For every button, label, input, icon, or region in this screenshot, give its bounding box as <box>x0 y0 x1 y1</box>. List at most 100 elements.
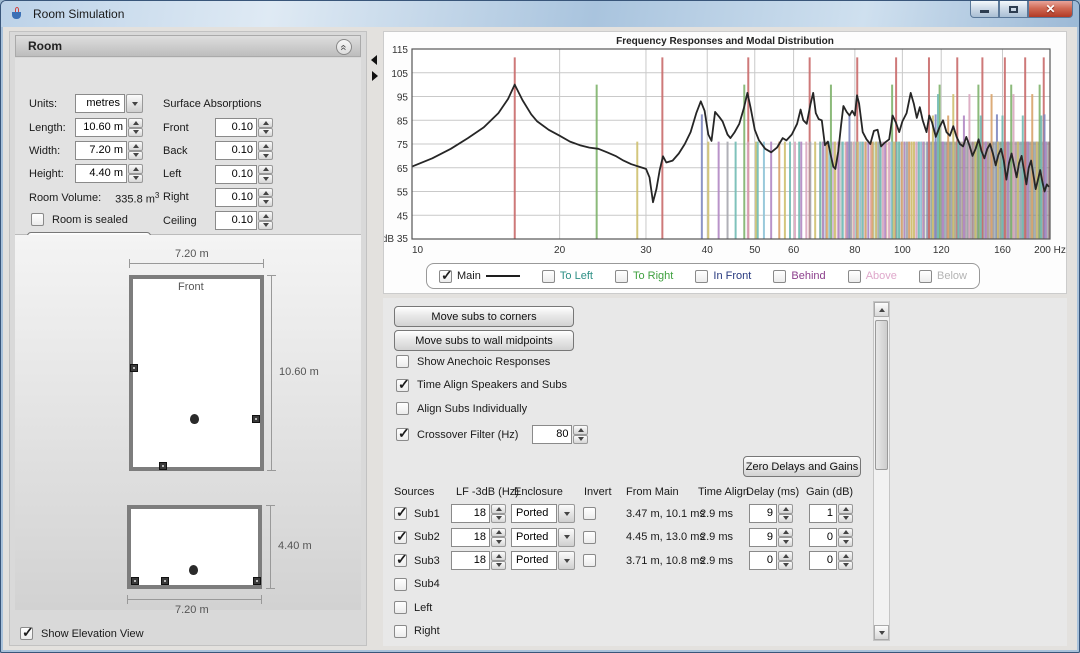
sub3-marker-elev[interactable] <box>253 577 261 585</box>
spinner-up-icon[interactable] <box>838 504 853 514</box>
sub3-marker-plan[interactable] <box>159 462 167 470</box>
chevron-down-icon[interactable] <box>558 528 575 547</box>
spinner-down-icon[interactable] <box>128 151 143 161</box>
sub2-marker-elev[interactable] <box>161 577 169 585</box>
option-checkbox-1[interactable] <box>396 379 409 392</box>
option-checkbox-0[interactable] <box>396 355 409 368</box>
spinner-down-icon[interactable] <box>258 151 273 161</box>
source-enable-sub3[interactable] <box>394 554 407 567</box>
spinner-down-icon[interactable] <box>491 537 506 547</box>
spinner-up-icon[interactable] <box>491 504 506 514</box>
spinner-up-icon[interactable] <box>491 528 506 538</box>
source-enable-sub1[interactable] <box>394 507 407 520</box>
collapse-panel-button[interactable]: » <box>336 39 352 55</box>
legend-checkbox-main[interactable] <box>439 270 452 283</box>
lf-spinner-sub2[interactable]: 18 <box>451 528 506 547</box>
lf-spinner-sub3[interactable]: 18 <box>451 551 506 570</box>
absorption-spinner-right[interactable]: 0.10 <box>215 188 273 207</box>
controls-scrollbar[interactable] <box>873 301 890 641</box>
gain-spinner-sub2[interactable]: 0 <box>809 528 853 547</box>
spinner-down-icon[interactable] <box>258 174 273 184</box>
spinner-up-icon[interactable] <box>838 551 853 561</box>
maximize-button[interactable] <box>999 1 1028 18</box>
dim-spinner-1[interactable]: 7.20 m <box>75 141 143 160</box>
legend-checkbox-behind[interactable] <box>773 270 786 283</box>
room-sealed-checkbox[interactable] <box>31 213 44 226</box>
delay-spinner-sub1[interactable]: 9 <box>749 504 793 523</box>
spinner-up-icon[interactable] <box>778 504 793 514</box>
move-subs-midpoints-button[interactable]: Move subs to wall midpoints <box>394 330 574 351</box>
sub1-marker-elev[interactable] <box>131 577 139 585</box>
absorption-spinner-back[interactable]: 0.10 <box>215 141 273 160</box>
spinner-up-icon[interactable] <box>778 528 793 538</box>
minimize-button[interactable] <box>970 1 999 18</box>
close-button[interactable]: ✕ <box>1028 1 1073 18</box>
enclosure-select-sub2[interactable]: Ported <box>511 528 575 547</box>
legend-checkbox-in-front[interactable] <box>695 270 708 283</box>
listener-marker-plan[interactable] <box>190 414 199 424</box>
spinner-up-icon[interactable] <box>128 164 143 174</box>
spinner-down-icon[interactable] <box>128 174 143 184</box>
units-select[interactable]: metres <box>75 94 143 113</box>
spinner-up-icon[interactable] <box>128 141 143 151</box>
chevron-down-icon[interactable] <box>558 551 575 570</box>
absorption-spinner-ceiling[interactable]: 0.10 <box>215 211 273 230</box>
legend-checkbox-below[interactable] <box>919 270 932 283</box>
option-checkbox-2[interactable] <box>396 402 409 415</box>
elevation-view-room[interactable] <box>127 505 262 589</box>
source-enable-sub4[interactable] <box>394 578 407 591</box>
sub2-marker-plan[interactable] <box>252 415 260 423</box>
enclosure-select-sub3[interactable]: Ported <box>511 551 575 570</box>
scrollbar-thumb[interactable] <box>875 320 888 470</box>
spinner-down-icon[interactable] <box>258 221 273 231</box>
scroll-down-button[interactable] <box>874 625 889 640</box>
spinner-up-icon[interactable] <box>573 425 588 435</box>
spinner-down-icon[interactable] <box>573 435 588 445</box>
scroll-up-button[interactable] <box>874 302 889 317</box>
spinner-up-icon[interactable] <box>258 211 273 221</box>
invert-checkbox-sub3[interactable] <box>583 554 596 567</box>
spinner-up-icon[interactable] <box>778 551 793 561</box>
spinner-up-icon[interactable] <box>258 141 273 151</box>
legend-checkbox-to-right[interactable] <box>615 270 628 283</box>
frequency-response-chart[interactable]: 115105958575655545dB 3510203040506080100… <box>384 32 1068 295</box>
collapse-right-icon[interactable] <box>372 71 378 81</box>
spinner-down-icon[interactable] <box>838 537 853 547</box>
crossover-freq-spinner[interactable]: 80 <box>532 425 588 444</box>
invert-checkbox-sub1[interactable] <box>583 507 596 520</box>
absorption-spinner-front[interactable]: 0.10 <box>215 118 273 137</box>
spinner-up-icon[interactable] <box>258 165 273 175</box>
dim-spinner-0[interactable]: 10.60 m <box>75 118 143 137</box>
chevron-down-icon[interactable] <box>558 504 575 523</box>
spinner-up-icon[interactable] <box>128 118 143 128</box>
spinner-down-icon[interactable] <box>491 514 506 524</box>
sub1-marker-plan[interactable] <box>130 364 138 372</box>
legend-checkbox-above[interactable] <box>848 270 861 283</box>
source-enable-left[interactable] <box>394 601 407 614</box>
dim-spinner-2[interactable]: 4.40 m <box>75 164 143 183</box>
legend-checkbox-to-left[interactable] <box>542 270 555 283</box>
spinner-down-icon[interactable] <box>778 514 793 524</box>
enclosure-select-sub1[interactable]: Ported <box>511 504 575 523</box>
spinner-down-icon[interactable] <box>838 514 853 524</box>
spinner-down-icon[interactable] <box>838 561 853 571</box>
lf-spinner-sub1[interactable]: 18 <box>451 504 506 523</box>
zero-delays-gains-button[interactable]: Zero Delays and Gains <box>743 456 861 477</box>
spinner-down-icon[interactable] <box>258 197 273 207</box>
absorption-spinner-left[interactable]: 0.10 <box>215 165 273 184</box>
delay-spinner-sub3[interactable]: 0 <box>749 551 793 570</box>
show-elevation-checkbox[interactable] <box>20 627 33 640</box>
source-enable-sub2[interactable] <box>394 531 407 544</box>
spinner-up-icon[interactable] <box>258 188 273 198</box>
spinner-down-icon[interactable] <box>491 561 506 571</box>
delay-spinner-sub2[interactable]: 9 <box>749 528 793 547</box>
panel-splitter[interactable] <box>370 31 379 646</box>
spinner-up-icon[interactable] <box>491 551 506 561</box>
chevron-down-icon[interactable] <box>126 94 143 113</box>
gain-spinner-sub1[interactable]: 1 <box>809 504 853 523</box>
spinner-up-icon[interactable] <box>838 528 853 538</box>
invert-checkbox-sub2[interactable] <box>583 531 596 544</box>
move-subs-corners-button[interactable]: Move subs to corners <box>394 306 574 327</box>
source-enable-right[interactable] <box>394 625 407 638</box>
crossover-filter-checkbox[interactable] <box>396 428 409 441</box>
